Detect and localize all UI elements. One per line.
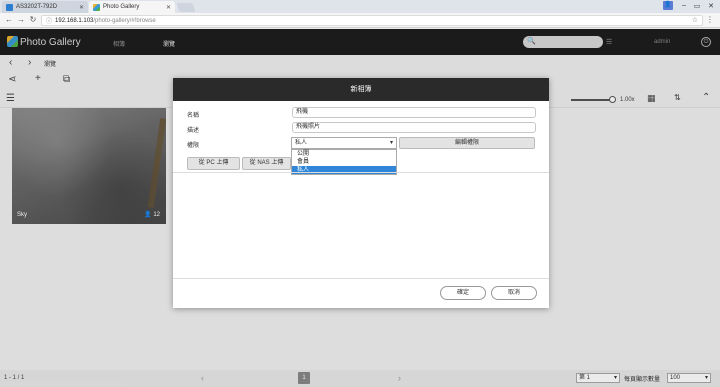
album-count-value: 12 [153, 212, 160, 218]
url-path: /photo-gallery/#!browse [93, 17, 156, 24]
ok-button[interactable]: 確定 [440, 286, 486, 300]
album-count: 👤 12 [144, 211, 160, 218]
browser-tab-bar: AS3202T-792D ✕ Photo Gallery ✕ 👤 – ▭ ✕ [0, 0, 720, 13]
bookmark-star-icon[interactable]: ☆ [692, 16, 698, 24]
minimize-icon[interactable]: – [678, 0, 690, 11]
maximize-icon[interactable]: ▭ [691, 0, 703, 11]
divider [173, 278, 549, 279]
address-bar: ← → ↻ ⓘ 192.168.1.103 /photo-gallery/#!b… [0, 13, 720, 28]
permission-value: 私人 [295, 140, 308, 146]
tab-label: Photo Gallery [103, 4, 140, 10]
browser-tab-photo-gallery[interactable]: Photo Gallery ✕ [89, 1, 175, 13]
permission-option-members[interactable]: 會員 [292, 158, 396, 166]
forward-icon[interactable]: → [16, 15, 26, 25]
edit-permission-button[interactable]: 編輯權限 [399, 137, 535, 149]
photo-gallery-icon [93, 3, 100, 11]
name-field[interactable]: 飛機 [292, 107, 536, 118]
profile-icon[interactable]: 👤 [663, 1, 673, 10]
permission-select[interactable]: 私人 ▾ [291, 137, 397, 149]
url-host: 192.168.1.103 [55, 17, 94, 24]
url-input[interactable]: ⓘ 192.168.1.103 /photo-gallery/#!browse [41, 15, 703, 26]
description-field[interactable]: 飛機照片 [292, 122, 536, 133]
dialog-title: 新相簿 [173, 78, 549, 101]
new-tab-button[interactable] [176, 3, 196, 12]
close-tab-icon[interactable]: ✕ [79, 4, 84, 11]
close-tab-icon[interactable]: ✕ [166, 4, 171, 11]
browser-menu-icon[interactable]: ⋮ [706, 15, 714, 24]
window-close-icon[interactable]: ✕ [704, 0, 718, 11]
cancel-button[interactable]: 取消 [491, 286, 537, 300]
person-icon: 👤 [144, 212, 154, 218]
reload-icon[interactable]: ↻ [28, 15, 38, 25]
upload-from-pc-button[interactable]: 從 PC 上傳 [187, 157, 240, 170]
back-icon[interactable]: ← [4, 15, 14, 25]
album-name: Sky [17, 212, 28, 218]
permission-label: 權限 [187, 143, 200, 149]
nas-icon [6, 3, 13, 11]
info-icon: ⓘ [46, 19, 53, 25]
description-label: 描述 [187, 128, 200, 134]
permission-option-public[interactable]: 公開 [292, 150, 396, 158]
caret-down-icon: ▾ [389, 140, 393, 146]
tab-label: AS3202T-792D [16, 4, 58, 10]
upload-from-nas-button[interactable]: 從 NAS 上傳 [242, 157, 291, 170]
new-album-dialog: 新相簿 名稱 飛機 描述 飛機照片 權限 私人 ▾ 公開 會員 私人 編輯權限 … [173, 78, 549, 308]
name-label: 名稱 [187, 113, 200, 119]
browser-tab-nas[interactable]: AS3202T-792D ✕ [2, 1, 88, 13]
divider [173, 172, 549, 173]
